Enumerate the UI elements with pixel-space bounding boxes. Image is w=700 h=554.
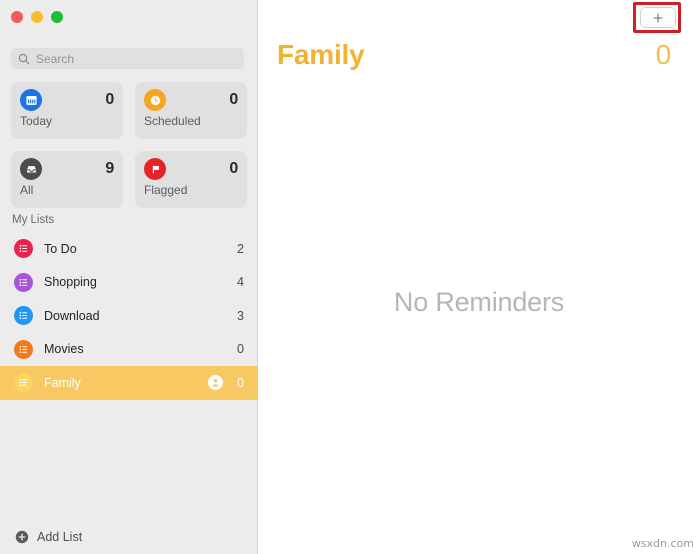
- smart-list-flagged-count: 0: [229, 160, 238, 177]
- smart-list-all-count: 9: [105, 160, 114, 177]
- list-item-label: Movies: [44, 342, 84, 357]
- page-title: Family: [277, 39, 365, 70]
- list-item-family[interactable]: Family 0: [0, 366, 258, 400]
- list-item-count: 0: [237, 342, 244, 357]
- empty-state-message: No Reminders: [393, 287, 565, 317]
- smart-list-flagged-header: 0: [144, 158, 238, 180]
- smart-list-all-label: All: [20, 183, 34, 197]
- flag-icon: [144, 158, 166, 180]
- list-item-label: Download: [44, 308, 100, 323]
- close-window-button[interactable]: [11, 11, 23, 23]
- smart-lists-grid: 0 Today 0 Scheduled 9 All 0 Flagged: [11, 82, 247, 208]
- maximize-window-button[interactable]: [51, 11, 63, 23]
- list-bullets-icon: [14, 339, 33, 359]
- smart-list-scheduled-count: 0: [229, 91, 238, 108]
- minimize-window-button[interactable]: [31, 11, 43, 23]
- list-item-count: 4: [237, 275, 244, 290]
- sidebar: 0 Today 0 Scheduled: [0, 0, 258, 554]
- list-item-todo[interactable]: To Do 2: [0, 232, 258, 266]
- list-item-label: Family: [44, 375, 81, 390]
- smart-list-today-label: Today: [20, 114, 53, 128]
- my-lists: To Do 2 Shopping 4 Download 3 Movies 0 F…: [0, 232, 258, 400]
- main-content: Family 0 No Reminders wsxdn.com: [258, 0, 700, 554]
- search-field[interactable]: [11, 48, 244, 69]
- smart-list-today[interactable]: 0 Today: [11, 82, 123, 139]
- smart-list-flagged-label: Flagged: [144, 183, 188, 197]
- list-item-movies[interactable]: Movies 0: [0, 333, 258, 367]
- plus-circle-icon: [15, 530, 29, 544]
- reminders-app-window: 0 Today 0 Scheduled: [0, 0, 700, 554]
- add-reminder-button[interactable]: [640, 7, 676, 28]
- smart-list-today-header: 0: [20, 89, 114, 111]
- list-item-download[interactable]: Download 3: [0, 299, 258, 333]
- add-list-label: Add List: [37, 530, 83, 544]
- list-item-count: 0: [237, 375, 244, 390]
- inbox-icon: [20, 158, 42, 180]
- clock-icon: [144, 89, 166, 111]
- my-lists-section-title: My Lists: [12, 214, 55, 226]
- smart-list-scheduled[interactable]: 0 Scheduled: [135, 82, 247, 139]
- smart-list-all[interactable]: 9 All: [11, 151, 123, 208]
- search-input[interactable]: [36, 51, 237, 66]
- list-item-count: 3: [237, 308, 244, 323]
- list-bullets-icon: [14, 373, 33, 393]
- smart-list-all-header: 9: [20, 158, 114, 180]
- add-list-button[interactable]: Add List: [15, 530, 82, 544]
- list-item-label: Shopping: [44, 275, 97, 290]
- list-item-count: 2: [237, 241, 244, 256]
- list-item-label: To Do: [44, 241, 77, 256]
- window-traffic-lights: [11, 11, 63, 23]
- calendar-icon: [20, 89, 42, 111]
- smart-list-scheduled-label: Scheduled: [144, 114, 201, 128]
- list-item-shopping[interactable]: Shopping 4: [0, 266, 258, 300]
- plus-icon: [652, 12, 664, 24]
- search-icon: [18, 53, 30, 65]
- watermark: wsxdn.com: [631, 537, 694, 550]
- shared-person-icon: [208, 375, 223, 391]
- reminder-count: 0: [655, 39, 672, 70]
- list-bullets-icon: [14, 272, 33, 292]
- smart-list-today-count: 0: [105, 91, 114, 108]
- list-bullets-icon: [14, 306, 33, 326]
- list-bullets-icon: [14, 239, 33, 259]
- smart-list-flagged[interactable]: 0 Flagged: [135, 151, 247, 208]
- smart-list-scheduled-header: 0: [144, 89, 238, 111]
